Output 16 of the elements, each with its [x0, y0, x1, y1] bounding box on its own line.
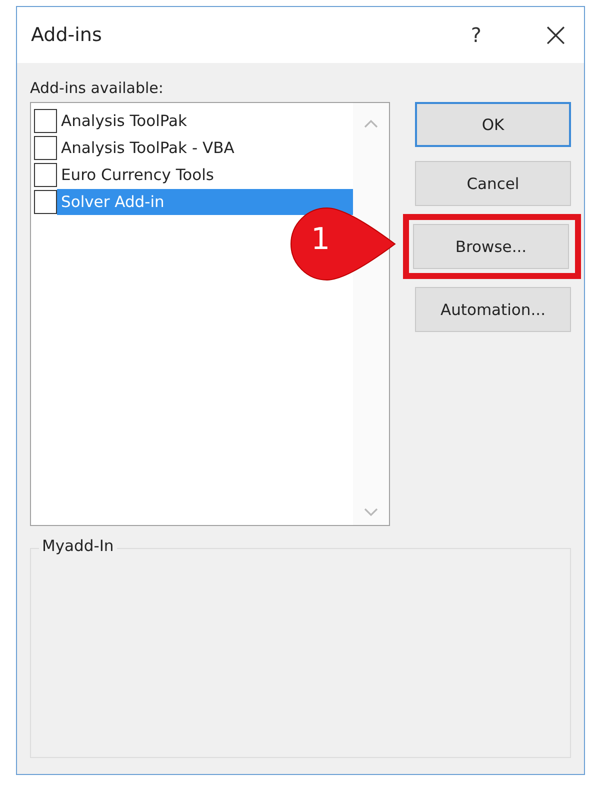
add-in-item[interactable]: Analysis ToolPak [57, 108, 353, 134]
checkbox[interactable] [34, 162, 57, 186]
checkbox[interactable] [34, 190, 57, 214]
help-button[interactable]: ? [470, 23, 482, 47]
add-in-item[interactable]: Analysis ToolPak - VBA [57, 134, 353, 160]
dialog-button[interactable]: OK [415, 102, 571, 147]
dialog-button[interactable]: Browse... [413, 224, 569, 269]
group-title: Myadd-In [39, 537, 117, 555]
window-title: Add-ins [31, 24, 103, 46]
dialog-button[interactable]: Automation... [415, 287, 571, 332]
dialog-button[interactable]: Cancel [415, 161, 571, 206]
checkbox[interactable] [34, 136, 57, 160]
close-button[interactable]: × [542, 18, 570, 52]
list-label: Add-ins available: [30, 79, 164, 97]
checkbox[interactable] [34, 108, 57, 132]
add-in-item[interactable]: Euro Currency Tools [57, 162, 353, 188]
